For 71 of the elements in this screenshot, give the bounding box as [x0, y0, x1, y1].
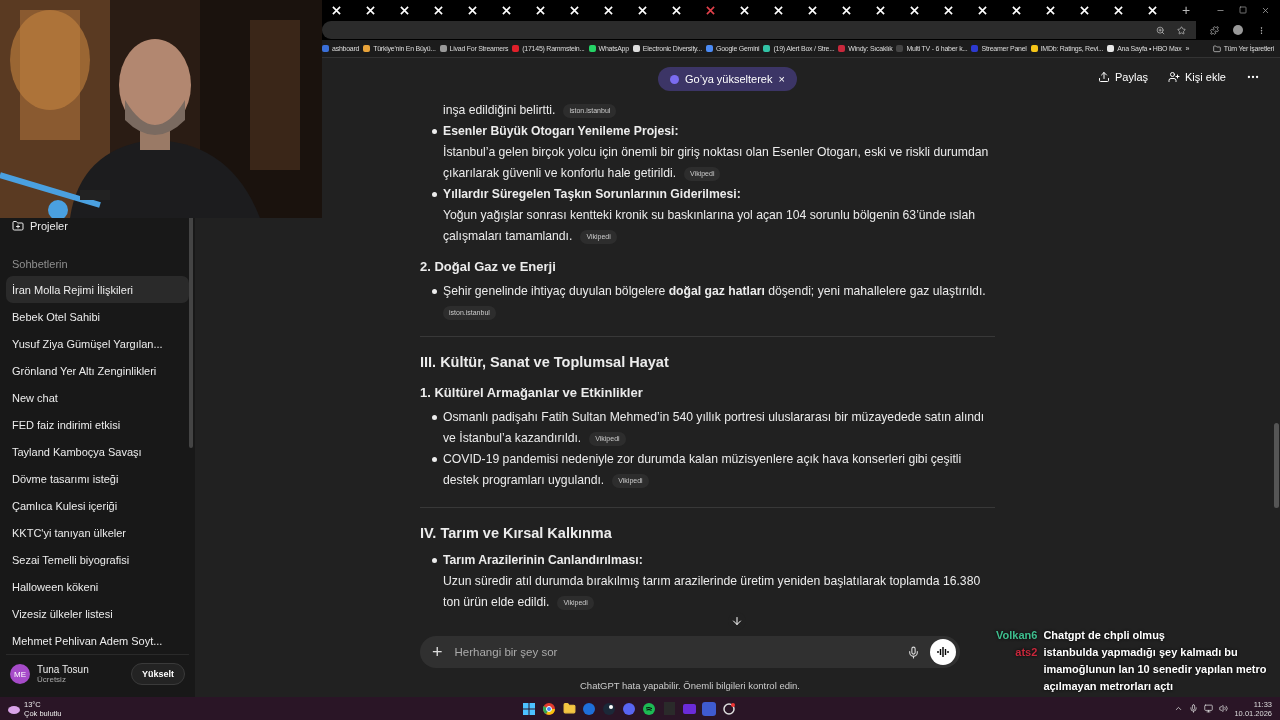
- menu-icon: [1257, 25, 1266, 35]
- section-heading: IV. Tarım ve Kırsal Kalkınma: [420, 524, 613, 543]
- bullet-icon: [432, 289, 437, 294]
- bullet-icon: [432, 192, 437, 197]
- cloud-icon: [8, 703, 20, 714]
- folder-icon[interactable]: [562, 701, 576, 716]
- section-label: Sohbetlerin: [11, 257, 69, 272]
- new-tab-button[interactable]: +: [1182, 2, 1191, 18]
- upgrade-button[interactable]: Yükselt: [131, 663, 185, 685]
- sound-wave-icon: [937, 647, 949, 657]
- monitor-icon: [1204, 704, 1214, 713]
- mic-icon: [1189, 704, 1199, 713]
- chat-item[interactable]: Sezai Temelli biyografisi: [6, 546, 189, 573]
- maximize-icon: [1239, 6, 1247, 14]
- close-icon: [1261, 5, 1270, 15]
- share-icon: [1098, 71, 1110, 83]
- chat-item[interactable]: FED faiz indirimi etkisi: [6, 411, 189, 438]
- bullet-icon: [432, 415, 437, 420]
- attach-button[interactable]: +: [432, 641, 443, 663]
- mic-icon: [907, 645, 920, 659]
- arrow-down-icon: [731, 615, 743, 627]
- chat-item[interactable]: Grönland Yer Altı Zenginlikleri: [6, 357, 189, 384]
- chat-item[interactable]: Yusuf Ziya Gümüşel Yargılan...: [6, 330, 189, 357]
- folder-plus-icon: [12, 220, 24, 232]
- item-title: Tarım Arazilerinin Canlandırılması:: [443, 552, 644, 569]
- zoom-icon: [1156, 25, 1165, 35]
- chat-item[interactable]: Mehmet Pehlivan Adem Soyt...: [6, 627, 189, 654]
- speaker-icon: [1219, 704, 1229, 713]
- extensions-icon: [1210, 25, 1219, 35]
- app-icon[interactable]: [722, 701, 736, 716]
- folder-icon: [1212, 44, 1221, 53]
- bullet-icon: [432, 129, 437, 134]
- bullet-icon: [432, 558, 437, 563]
- item-title: Esenler Büyük Otogarı Yenileme Projesi:: [443, 123, 680, 140]
- chat-username: ats2: [1014, 645, 1038, 660]
- chat-item[interactable]: Halloween kökeni: [6, 573, 189, 600]
- chat-item[interactable]: Tayland Kamboçya Savaşı: [6, 438, 189, 465]
- chat-item[interactable]: Vizesiz ülkeler listesi: [6, 600, 189, 627]
- chat-item[interactable]: New chat: [6, 384, 189, 411]
- star-icon: [1177, 25, 1186, 35]
- item-title: Yıllardır Süregelen Taşkın Sorunlarının Giderilmesi:: [443, 186, 742, 203]
- message-input[interactable]: Herhangi bir şey sor: [452, 645, 897, 659]
- chat-message: Chatgpt de chpli olmuş: [1043, 628, 1166, 643]
- chat-item[interactable]: KKTC'yi tanıyan ülkeler: [6, 519, 189, 546]
- user-plan: Ücretsiz: [37, 675, 67, 684]
- chat-message: istanbulda yapmadığı şey kalmadı bu imamoğlunun lan 10 senedir yapılan metro açılmayan metrorları açtı: [1043, 645, 1268, 694]
- chat-username: Volkan6: [996, 628, 1038, 643]
- chat-item[interactable]: Dövme tasarımı isteği: [6, 465, 189, 492]
- bullet-icon: [432, 457, 437, 462]
- message-field[interactable]: + Herhangi bir şey sor: [420, 636, 960, 668]
- user-avatar[interactable]: ME: [10, 664, 30, 684]
- add-person-button[interactable]: Kişi ekle: [1168, 71, 1226, 83]
- voice-button[interactable]: [930, 639, 956, 665]
- upgrade-badge[interactable]: Go’ya yükselterek ×: [658, 67, 797, 91]
- mic-button[interactable]: [907, 645, 920, 659]
- section-heading: III. Kültür, Sanat ve Toplumsal Hayat: [420, 353, 670, 372]
- chat-item[interactable]: İran Molla Rejimi İlişkileri: [6, 276, 189, 303]
- dot-icon: [670, 74, 680, 84]
- share-button[interactable]: Paylaş: [1098, 71, 1149, 83]
- chat-item[interactable]: Çamlıca Kulesi içeriği: [6, 492, 189, 519]
- user-name: Tuna Tosun: [37, 664, 89, 675]
- section-subheading: 1. Kültürel Armağanlar ve Etkinlikler: [420, 384, 644, 402]
- disclaimer-text: ChatGPT hata yapabilir. Önemli bilgileri kontrol edin.: [580, 680, 800, 691]
- add-person-icon: [1168, 71, 1181, 83]
- profile-icon: [1233, 25, 1243, 35]
- chat-item[interactable]: Bebek Otel Sahibi: [6, 303, 189, 330]
- projects-link[interactable]: Projeler: [6, 216, 189, 236]
- section-subheading: 2. Doğal Gaz ve Enerji: [420, 258, 557, 276]
- windows-icon[interactable]: [522, 701, 536, 716]
- paragraph-text: Şehir genelinde ihtiyaç duyulan bölgelere doğal gaz hatları döşendi; yeni mahallelere gaz ulaştırıldı.: [443, 284, 986, 298]
- chevron-up-icon: [1174, 704, 1184, 713]
